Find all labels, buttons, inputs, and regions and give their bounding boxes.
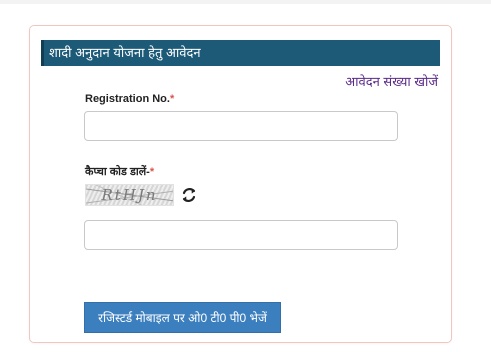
registration-label: Registration No.* <box>85 93 174 105</box>
required-mark: * <box>149 166 155 178</box>
search-application-link[interactable]: आवेदन संख्या खोजें <box>345 72 438 90</box>
refresh-icon[interactable] <box>180 186 198 204</box>
application-form-card: शादी अनुदान योजना हेतु आवेदन आवेदन संख्य… <box>29 25 452 343</box>
send-otp-button[interactable]: रजिस्टर्ड मोबाइल पर ओ0 टी0 पी0 भेजें <box>84 302 281 333</box>
captcha-label-text: कैप्चा कोड डालें- <box>85 166 150 178</box>
captcha-image: RtHJn <box>85 184 174 206</box>
required-mark: * <box>169 93 175 105</box>
registration-number-input[interactable] <box>84 111 398 141</box>
registration-label-text: Registration No. <box>85 93 170 105</box>
top-strip <box>0 0 491 4</box>
captcha-label: कैप्चा कोड डालें-* <box>85 164 154 179</box>
captcha-input[interactable] <box>84 220 398 250</box>
captcha-code: RtHJn <box>101 186 158 204</box>
form-title: शादी अनुदान योजना हेतु आवेदन <box>41 40 440 66</box>
